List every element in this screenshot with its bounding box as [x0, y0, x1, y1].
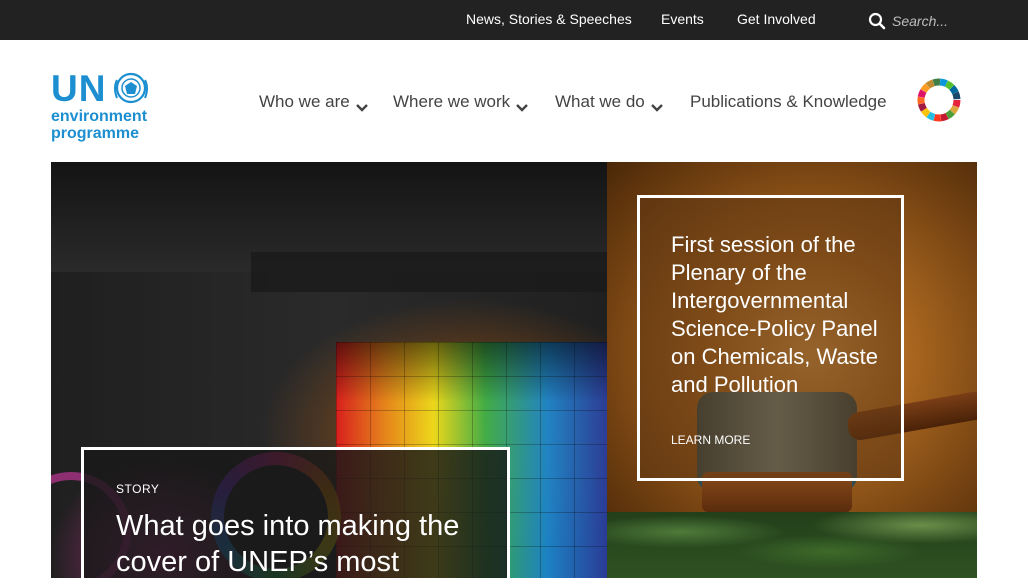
logo-line-programme: programme	[51, 125, 140, 142]
nav-publications-knowledge[interactable]: Publications & Knowledge	[690, 92, 887, 112]
story-card[interactable]: STORY What goes into making the cover of…	[81, 447, 510, 578]
learn-more-link[interactable]: LEARN MORE	[671, 433, 750, 447]
top-utility-bar: News, Stories & Speeches Events Get Invo…	[0, 0, 1028, 40]
nav-label: What we do	[555, 92, 645, 111]
image-toolbar-strip	[251, 252, 607, 292]
story-title[interactable]: What goes into making the cover of UNEP’…	[116, 508, 496, 578]
un-emblem-icon	[111, 70, 151, 106]
nav-label: Publications & Knowledge	[690, 92, 887, 111]
nav-label: Where we work	[393, 92, 511, 111]
chevron-down-icon	[650, 98, 663, 112]
chevron-down-icon	[516, 98, 528, 112]
nav-label: Who we are	[259, 92, 350, 111]
feature-title[interactable]: First session of the Plenary of the Inte…	[671, 231, 886, 399]
chevron-down-icon	[355, 98, 368, 112]
search-icon[interactable]	[868, 12, 886, 30]
logo-un-text: UN	[51, 68, 107, 109]
nav-who-we-are[interactable]: Who we are	[259, 92, 368, 112]
search-box	[868, 10, 978, 32]
hero-secondary-image[interactable]	[607, 512, 977, 578]
nav-what-we-do[interactable]: What we do	[555, 92, 663, 112]
topbar-link-events[interactable]: Events	[661, 11, 704, 27]
topbar-link-get-involved[interactable]: Get Involved	[737, 11, 816, 27]
topbar-link-news[interactable]: News, Stories & Speeches	[466, 11, 632, 27]
image-overlay	[336, 342, 607, 402]
nav-where-we-work[interactable]: Where we work	[393, 92, 528, 112]
feature-card[interactable]: First session of the Plenary of the Inte…	[637, 195, 904, 481]
site-header: UN environment programme Who we are Wher…	[0, 40, 1028, 162]
sdg-wheel-icon[interactable]	[916, 77, 962, 123]
story-kicker: STORY	[116, 482, 160, 496]
unep-logo[interactable]: UN environment programme	[51, 68, 155, 144]
search-input[interactable]	[892, 10, 978, 32]
logo-line-environment: environment	[51, 108, 148, 125]
